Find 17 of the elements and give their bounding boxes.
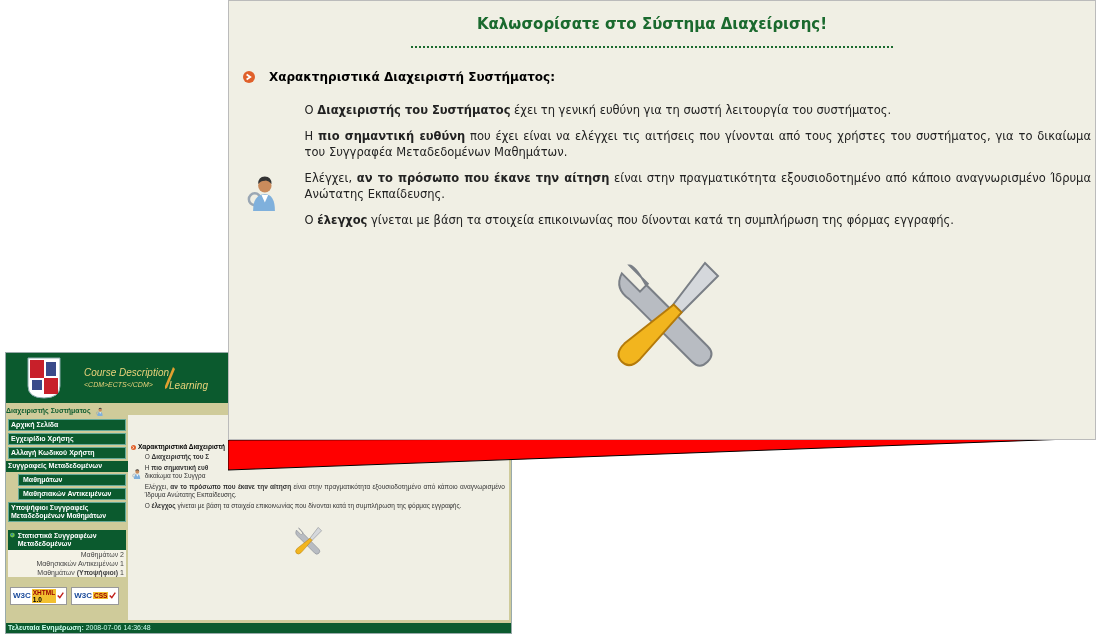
globe-icon	[10, 531, 15, 538]
w3c-label: W3C	[13, 589, 31, 602]
university-logo	[26, 356, 62, 400]
checkmark-icon	[109, 592, 117, 599]
checkmark-icon	[57, 592, 65, 599]
section-heading: Χαρακτηριστικά Διαχειριστή Συστήματος:	[269, 68, 555, 86]
admin-icon	[94, 406, 103, 416]
welcome-title: Καλωσορίσατε στο Σύστημα Διαχείρισης!	[410, 13, 894, 48]
site-title-cut: Learning	[169, 378, 208, 393]
description-paragraph: Ο έλεγχος γίνεται με βάση τα στοιχεία επικοινωνίας που δίνονται κατά τη συμπλήρωση της φόρμας εγγραφής.	[304, 211, 955, 228]
description-paragraph: Ο Διαχειριστής του Συστήματος έχει τη γενική ευθύνη για τη σωστή λειτουργία του συστήματος.	[304, 101, 893, 118]
site-title: Course Description	[84, 366, 170, 381]
w3c-label: W3C	[74, 589, 92, 602]
description-paragraph: Ελέγχει, αν το πρόσωπο που έκανε την αίτηση είναι στην πραγματικότητα εξουσιοδοτημένο από κάποιο αναγνωρισμένο Ίδρυμα Ανώτατης Εκπαίδευσης.	[304, 169, 1091, 202]
bullet-icon	[243, 70, 255, 83]
description-paragraph: Η πιο σημαντική ευθύνη που έχει είναι να ελέγχει τις αιτήσεις που γίνονται από τους χρήστες του συστήματος, για το δικαίωμα του Συγγραφέα Μεταδεδομένων Μαθημάτων.	[304, 127, 1091, 160]
bullet-icon	[131, 444, 136, 450]
